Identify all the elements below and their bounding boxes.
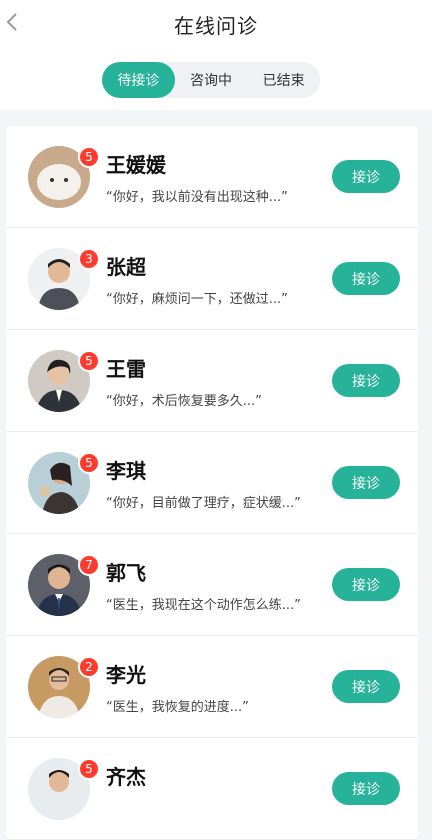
tab-waiting[interactable]: 待接诊 xyxy=(102,62,175,98)
accept-button[interactable]: 接诊 xyxy=(332,160,400,193)
message-preview: “你好，术后恢复要多久...” xyxy=(106,394,262,409)
message-preview: “医生，我恢复的进度...” xyxy=(106,700,249,715)
status-tabs: 待接诊 咨询中 已结束 xyxy=(102,62,320,98)
patient-item[interactable]: 7 郭飞 “医生，我现在这个动作怎么练...” 接诊 xyxy=(6,534,418,636)
accept-button[interactable]: 接诊 xyxy=(332,466,400,499)
message-preview: “你好，我以前没有出现这种...” xyxy=(106,190,288,205)
message-preview: “你好，目前做了理疗，症状缓...” xyxy=(106,496,301,511)
message-preview: “你好，麻烦问一下，还做过...” xyxy=(106,292,288,307)
unread-badge: 5 xyxy=(78,350,100,372)
patient-item[interactable]: 5 王雷 “你好，术后恢复要多久...” 接诊 xyxy=(6,330,418,432)
unread-badge: 5 xyxy=(78,758,100,780)
patient-item[interactable]: 5 王媛媛 “你好，我以前没有出现这种...” 接诊 xyxy=(6,126,418,228)
accept-button[interactable]: 接诊 xyxy=(332,262,400,295)
unread-badge: 7 xyxy=(78,554,100,576)
message-preview: “医生，我现在这个动作怎么练...” xyxy=(106,598,301,613)
unread-badge: 5 xyxy=(78,452,100,474)
accept-button[interactable]: 接诊 xyxy=(332,568,400,601)
accept-button[interactable]: 接诊 xyxy=(332,772,400,805)
patient-item[interactable]: 5 李琪 “你好，目前做了理疗，症状缓...” 接诊 xyxy=(6,432,418,534)
patient-item[interactable]: 5 齐杰 接诊 xyxy=(6,738,418,840)
patient-item[interactable]: 2 李光 “医生，我恢复的进度...” 接诊 xyxy=(6,636,418,738)
tab-finished[interactable]: 已结束 xyxy=(247,62,320,98)
patient-name: 齐杰 xyxy=(106,765,146,789)
patient-name: 李琪 xyxy=(106,459,146,483)
unread-badge: 5 xyxy=(78,146,100,168)
unread-badge: 3 xyxy=(78,248,100,270)
patient-list: 5 王媛媛 “你好，我以前没有出现这种...” 接诊 3 张超 “你好，麻烦问一… xyxy=(6,126,418,840)
patient-name: 王雷 xyxy=(106,357,146,381)
patient-name: 张超 xyxy=(106,255,146,279)
tab-consulting[interactable]: 咨询中 xyxy=(175,62,248,98)
unread-badge: 2 xyxy=(78,656,100,678)
page-title: 在线问诊 xyxy=(174,14,258,38)
patient-item[interactable]: 3 张超 “你好，麻烦问一下，还做过...” 接诊 xyxy=(6,228,418,330)
patient-name: 李光 xyxy=(106,663,146,687)
accept-button[interactable]: 接诊 xyxy=(332,364,400,397)
patient-name: 郭飞 xyxy=(106,561,146,585)
accept-button[interactable]: 接诊 xyxy=(332,670,400,703)
top-bar: 在线问诊 待接诊 咨询中 已结束 xyxy=(0,0,432,110)
patient-name: 王媛媛 xyxy=(106,153,166,177)
